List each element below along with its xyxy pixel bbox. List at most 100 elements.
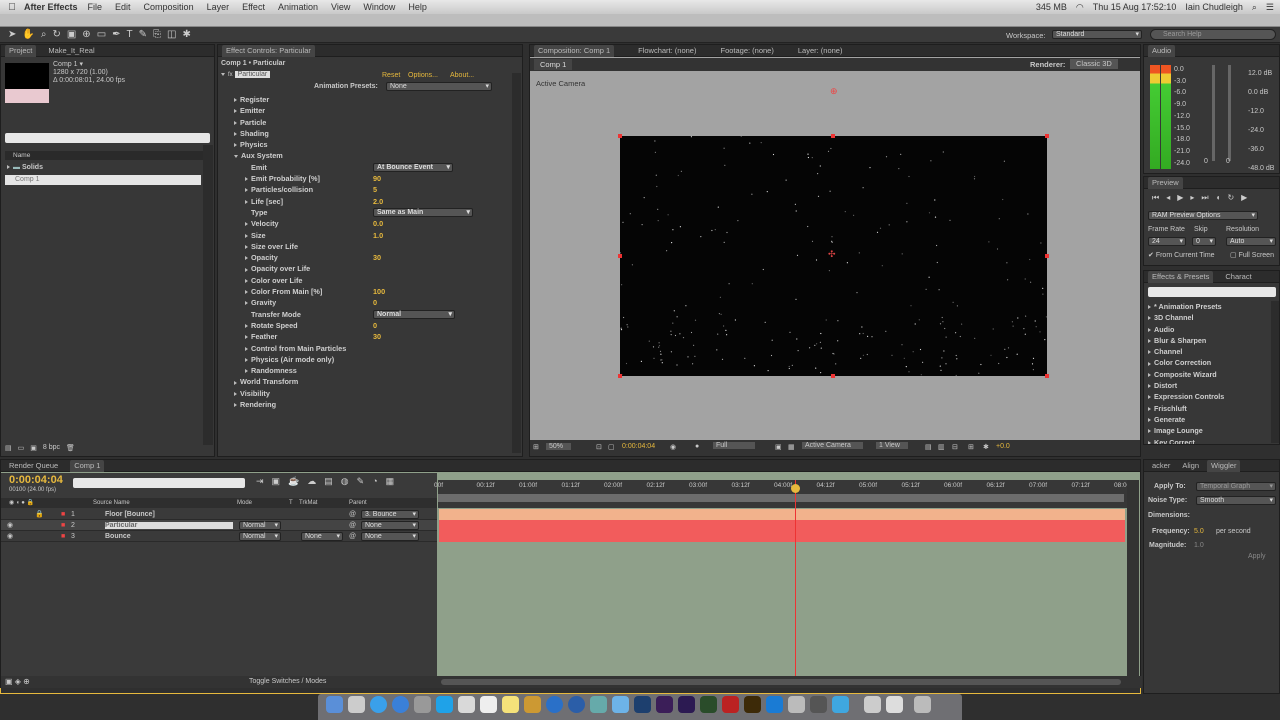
timeline-search-input[interactable]: [73, 478, 245, 488]
tab-comp-timeline[interactable]: Comp 1: [70, 459, 105, 472]
comp-mini-flowchart-icon[interactable]: ⇥: [256, 476, 264, 487]
expand-triangle-icon[interactable]: [245, 256, 248, 261]
workspace-dropdown[interactable]: Standard: [1052, 30, 1142, 39]
tab-flowchart[interactable]: Flowchart: (none): [638, 46, 696, 55]
effects-category[interactable]: Channel: [1148, 346, 1268, 357]
expand-triangle-icon[interactable]: [234, 155, 238, 159]
live-update-icon[interactable]: ▣: [272, 476, 281, 487]
comp-subtab[interactable]: Comp 1: [534, 59, 573, 70]
expand-triangle-icon[interactable]: [245, 290, 248, 295]
twitter-icon[interactable]: [832, 696, 849, 713]
col-name-header[interactable]: Name: [5, 151, 211, 160]
expand-triangle-icon[interactable]: [245, 324, 248, 329]
col-source-name[interactable]: Source Name: [93, 498, 130, 508]
expand-triangle-icon[interactable]: [245, 199, 248, 204]
expand-triangle-icon[interactable]: [1148, 440, 1151, 444]
effect-property-value[interactable]: 5: [373, 184, 377, 195]
effect-property-dropdown[interactable]: Same as Main: [373, 207, 473, 217]
effect-property-value[interactable]: 30: [373, 252, 381, 263]
col-t[interactable]: T: [289, 498, 293, 508]
effect-property-value[interactable]: 0: [373, 297, 377, 308]
layer-duration-bar[interactable]: [439, 531, 1125, 542]
timeline-icon[interactable]: ⊟: [952, 443, 958, 451]
layer-duration-bar[interactable]: [439, 509, 1125, 520]
effect-property-row[interactable]: Particles/collision 5: [230, 184, 520, 195]
tab-footage[interactable]: Footage: (none): [720, 46, 773, 55]
transparency-icon[interactable]: ▦: [788, 443, 795, 451]
audio-toggle-icon[interactable]: ◖: [1216, 193, 1221, 203]
effect-property-row[interactable]: World Transform: [230, 376, 520, 387]
effect-property-row[interactable]: Register: [230, 94, 520, 105]
exposure-icon[interactable]: ✱: [983, 443, 989, 451]
menu-layer[interactable]: Layer: [207, 2, 230, 12]
trkmat-dropdown[interactable]: None: [301, 532, 343, 541]
mask-icon[interactable]: ▢: [608, 443, 615, 451]
first-frame-icon[interactable]: ⏮: [1152, 193, 1159, 203]
preview-app-icon[interactable]: [590, 696, 607, 713]
grid-icon[interactable]: ⊡: [596, 443, 602, 451]
expand-triangle-icon[interactable]: [245, 188, 248, 193]
loop-icon[interactable]: ↻: [1227, 193, 1234, 203]
color-channel-icon[interactable]: ●: [695, 443, 699, 450]
expand-triangle-icon[interactable]: [245, 357, 248, 362]
view-layout-dropdown[interactable]: 1 View: [876, 442, 908, 449]
col-mode[interactable]: Mode: [237, 498, 252, 508]
parent-dropdown[interactable]: None: [361, 532, 419, 541]
apply-to-dropdown[interactable]: Temporal Graph: [1196, 482, 1276, 491]
expand-triangle-icon[interactable]: [1148, 327, 1151, 332]
project-scrollbar[interactable]: [203, 145, 213, 445]
flash-icon[interactable]: [722, 696, 739, 713]
expand-triangle-icon[interactable]: [245, 177, 248, 182]
expand-triangle-icon[interactable]: [234, 391, 237, 396]
table-row[interactable]: 🔒 1 ■ Floor [Bounce] @3. Bounce: [1, 509, 437, 520]
effect-property-row[interactable]: Physics: [230, 139, 520, 150]
effects-category[interactable]: Frischluft: [1148, 403, 1268, 414]
effects-category[interactable]: Generate: [1148, 414, 1268, 425]
documents-stack-icon[interactable]: [886, 696, 903, 713]
launchpad-icon[interactable]: [348, 696, 365, 713]
flowchart-icon[interactable]: ⊞: [968, 443, 974, 451]
skip-dropdown[interactable]: 0: [1192, 237, 1216, 246]
frame-handle[interactable]: [1045, 374, 1049, 378]
safari-icon[interactable]: [370, 696, 387, 713]
effect-property-row[interactable]: Color over Life: [230, 275, 520, 286]
prev-frame-icon[interactable]: ◂: [1166, 193, 1170, 203]
photos-icon[interactable]: [524, 696, 541, 713]
tab-render-queue[interactable]: Render Queue: [5, 460, 62, 472]
table-row[interactable]: ◉ 2 ■ Particular Normal @ None: [1, 520, 437, 531]
interpret-footage-icon[interactable]: ▤: [5, 444, 12, 452]
project-item-comp[interactable]: Comp 1: [5, 175, 201, 185]
effect-property-row[interactable]: Randomness: [230, 365, 520, 376]
menu-animation[interactable]: Animation: [278, 2, 318, 12]
effect-property-row[interactable]: Opacity over Life: [230, 263, 520, 274]
effects-category[interactable]: Color Correction: [1148, 357, 1268, 368]
parent-pickwhip-icon[interactable]: @: [349, 533, 356, 540]
list-icon[interactable]: ☰: [1266, 2, 1274, 13]
tab-character[interactable]: Charact: [1221, 271, 1255, 283]
tab-wiggler[interactable]: Wiggler: [1207, 459, 1241, 472]
anchor-point-icon[interactable]: ✣: [828, 249, 836, 260]
work-area-bar[interactable]: [438, 494, 1124, 502]
camera-tool-icon[interactable]: ▣: [67, 29, 76, 40]
effects-category[interactable]: Blur & Sharpen: [1148, 335, 1268, 346]
col-trkmat[interactable]: TrkMat: [299, 498, 317, 508]
camera-dropdown[interactable]: Active Camera: [802, 442, 863, 449]
effect-name[interactable]: Particular: [234, 71, 271, 78]
effects-category[interactable]: * Animation Presets: [1148, 301, 1268, 312]
effect-property-row[interactable]: Velocity 0.0: [230, 218, 520, 229]
trash-dock-icon[interactable]: [914, 696, 931, 713]
frame-handle[interactable]: [1045, 134, 1049, 138]
menu-file[interactable]: File: [88, 2, 103, 12]
time-ruler[interactable]: 00f 00:12f 01:00f 01:12f 02:00f 02:12f 03:00f 0…: [434, 480, 1130, 508]
expand-triangle-icon[interactable]: [245, 335, 248, 340]
effect-property-row[interactable]: Physics (Air mode only): [230, 354, 520, 365]
expand-triangle-icon[interactable]: [245, 267, 248, 272]
effect-property-row[interactable]: Rotate Speed 0: [230, 320, 520, 331]
effect-property-value[interactable]: 90: [373, 173, 381, 184]
layer-name[interactable]: Bounce: [105, 533, 131, 540]
pen-tool-icon[interactable]: ✒: [112, 29, 120, 40]
zoom-dropdown[interactable]: 50%: [546, 443, 572, 450]
effect-property-row[interactable]: Visibility: [230, 388, 520, 399]
effect-property-row[interactable]: Rendering: [230, 399, 520, 410]
effects-category[interactable]: Key Correct: [1148, 437, 1268, 444]
